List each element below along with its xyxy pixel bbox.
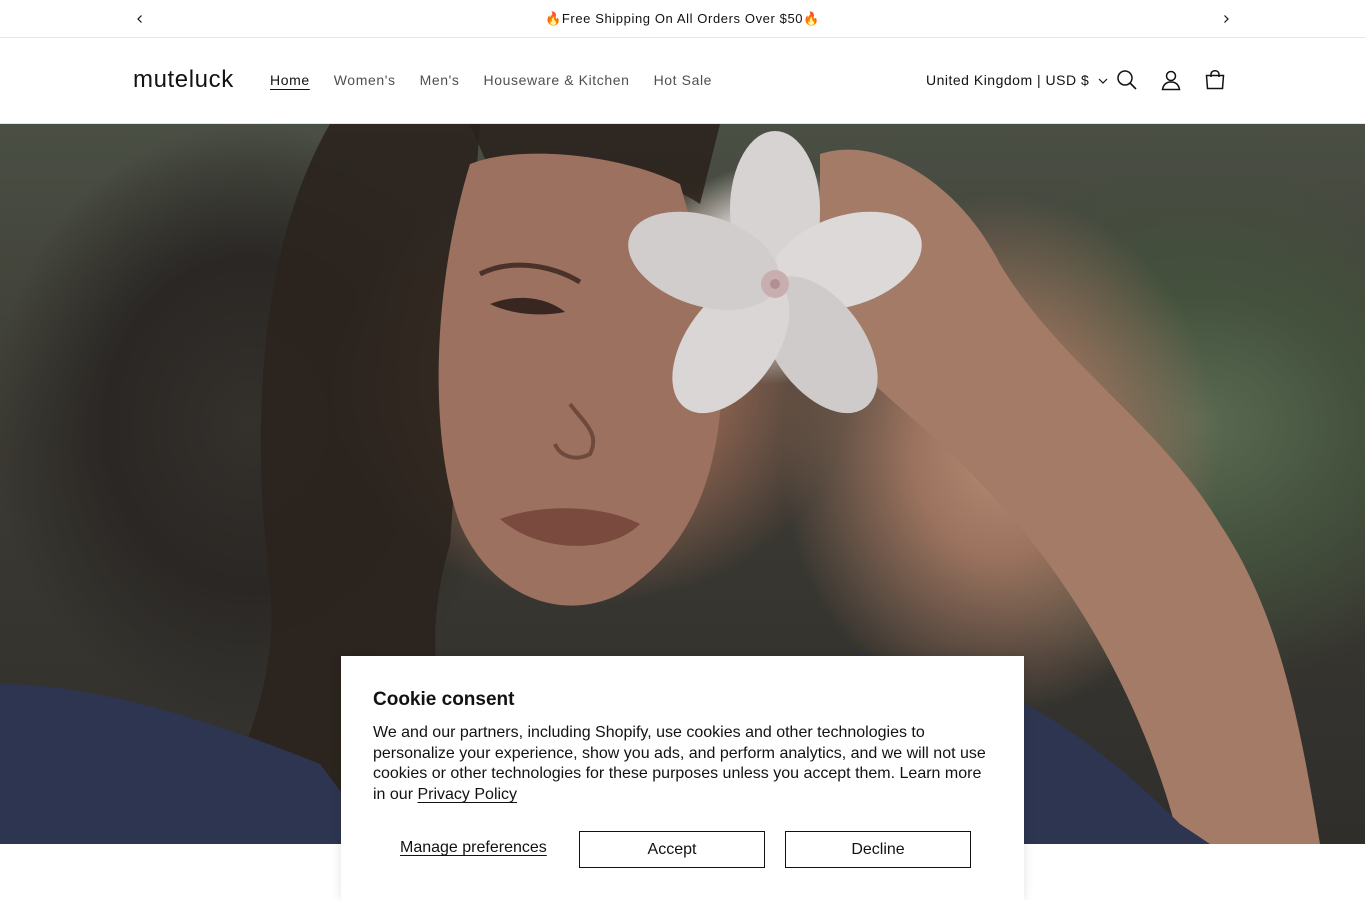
manage-preferences-link[interactable]: Manage preferences [400,839,547,857]
announcement-bar: 🔥Free Shipping On All Orders Over $50🔥 [0,0,1365,38]
site-logo[interactable]: muteluck [133,66,234,94]
accept-button[interactable]: Accept [579,831,765,868]
main-nav: Home Women's Men's Houseware & Kitchen H… [270,72,712,88]
cookie-consent-body: We and our partners, including Shopify, … [373,723,998,806]
account-icon[interactable] [1158,67,1184,93]
site-header: muteluck Home Women's Men's Houseware & … [0,39,1365,124]
nav-item-mens[interactable]: Men's [420,72,460,88]
nav-item-home[interactable]: Home [270,72,310,88]
cookie-consent-title: Cookie consent [373,689,515,710]
cookie-consent-dialog: Cookie consent We and our partners, incl… [341,656,1024,900]
cart-icon[interactable] [1202,67,1228,93]
search-icon[interactable] [1114,67,1140,93]
announcement-text: 🔥Free Shipping On All Orders Over $50🔥 [545,10,820,26]
chevron-down-icon [1098,72,1108,88]
privacy-policy-link[interactable]: Privacy Policy [417,786,517,803]
chevron-left-icon[interactable] [130,9,150,29]
nav-item-houseware-kitchen[interactable]: Houseware & Kitchen [484,72,630,88]
decline-button[interactable]: Decline [785,831,971,868]
nav-item-womens[interactable]: Women's [334,72,396,88]
nav-item-hot-sale[interactable]: Hot Sale [654,72,713,88]
chevron-right-icon[interactable] [1216,9,1236,29]
country-currency-selector[interactable]: United Kingdom | USD $ [926,72,1108,88]
locale-label: United Kingdom | USD $ [926,72,1090,88]
